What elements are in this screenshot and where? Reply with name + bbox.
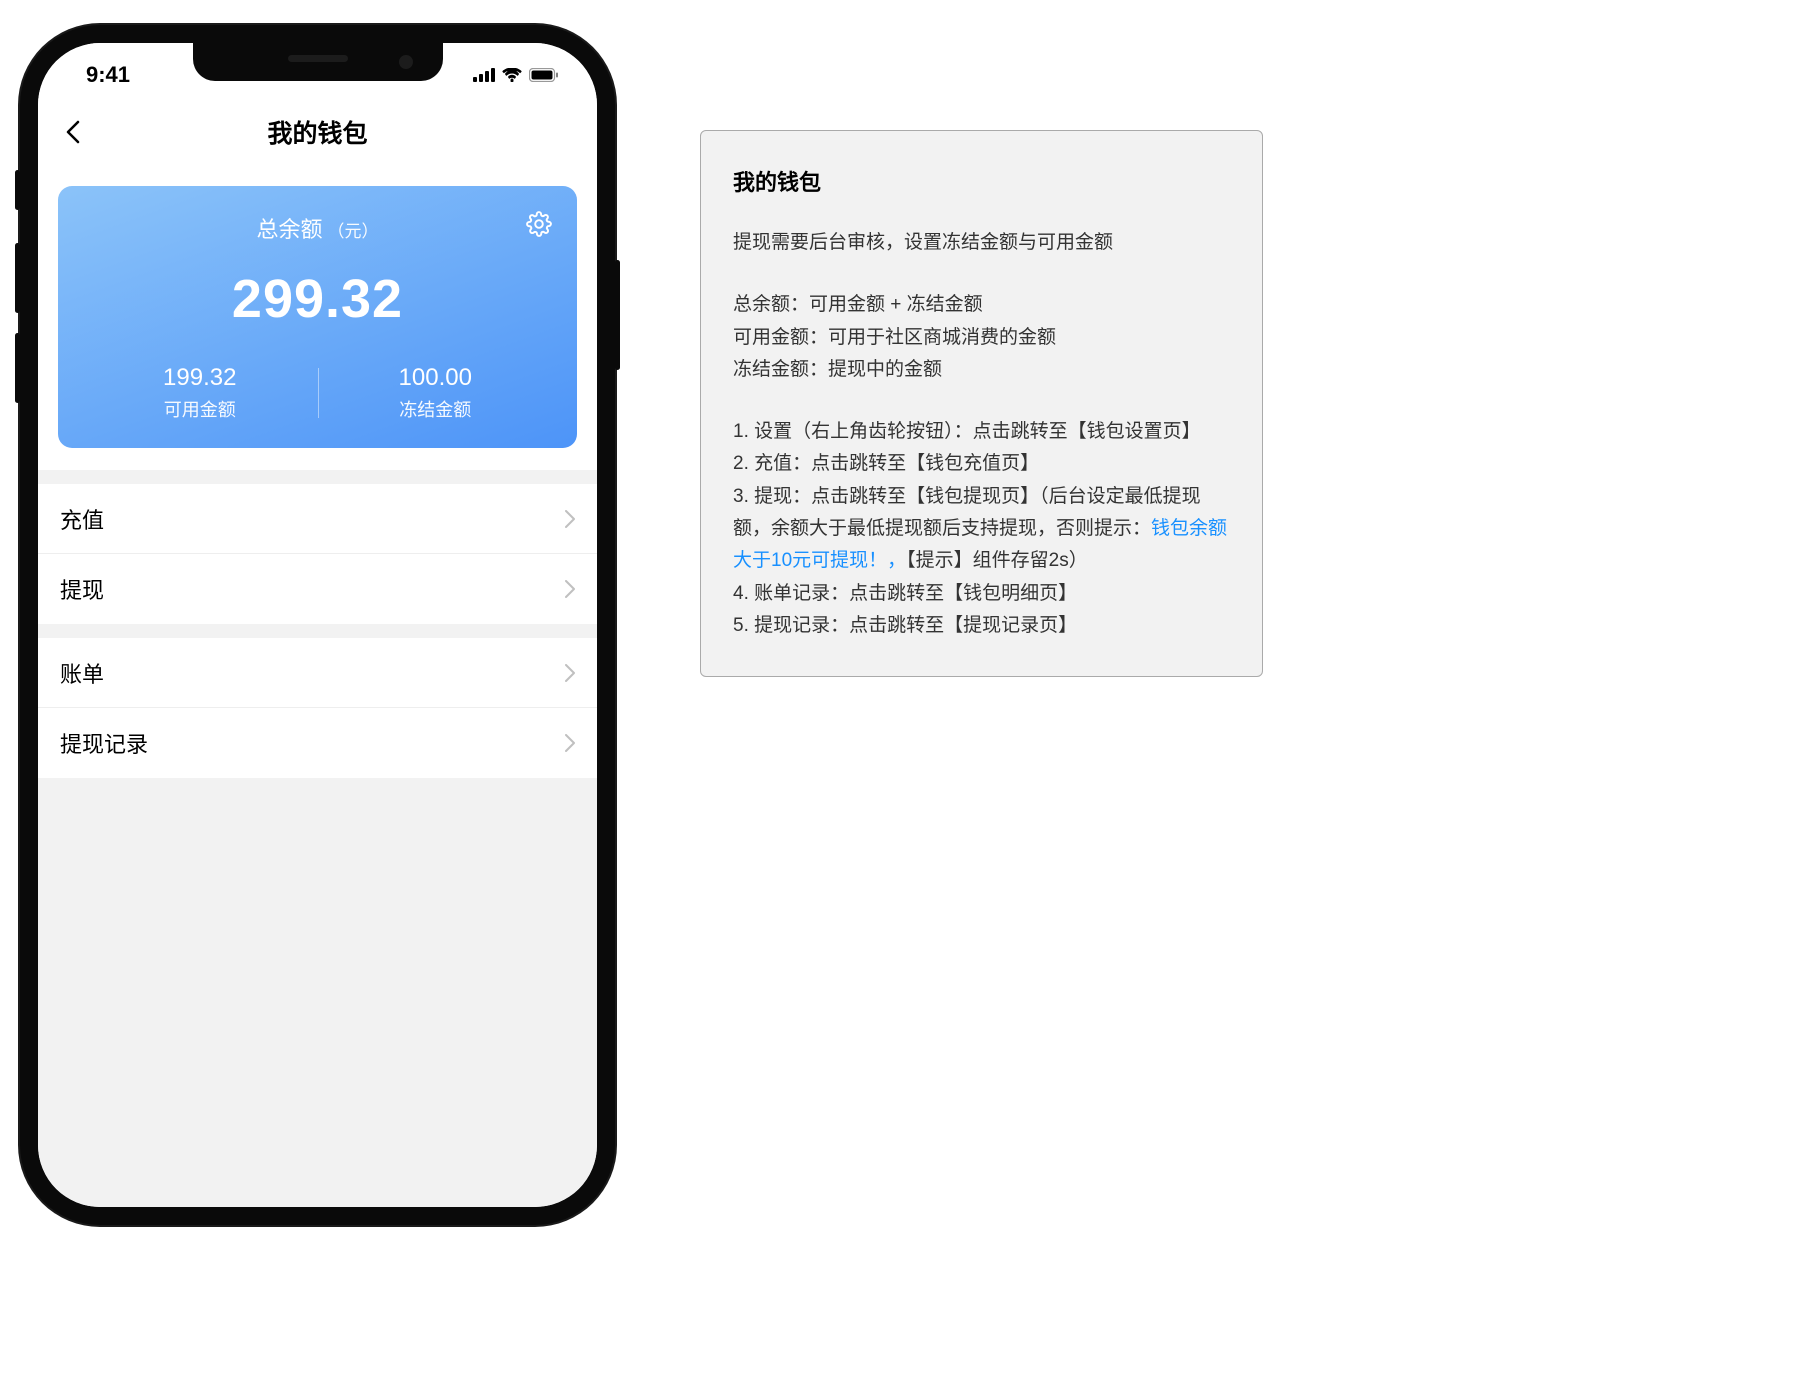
list-item-label: 提现记录 xyxy=(60,727,148,759)
phone-side-button xyxy=(615,260,620,370)
frozen-balance-col: 100.00 冻结金额 xyxy=(318,364,554,422)
list-item-label: 提现 xyxy=(60,573,104,605)
frozen-balance-label: 冻结金额 xyxy=(318,396,554,422)
bill-item[interactable]: 账单 xyxy=(38,638,597,708)
withdraw-log-item[interactable]: 提现记录 xyxy=(38,708,597,778)
annotation-step: 2. 充值：点击跳转至【钱包充值页】 xyxy=(733,448,1230,480)
gear-icon xyxy=(526,211,552,237)
annotation-def-line: 总余额：可用金额 + 冻结金额 xyxy=(733,289,1230,321)
annotation-definitions: 总余额：可用金额 + 冻结金额 可用金额：可用于社区商城消费的金额 冻结金额：提… xyxy=(733,289,1230,386)
annotation-step: 5. 提现记录：点击跳转至【提现记录页】 xyxy=(733,610,1230,642)
frozen-balance-value: 100.00 xyxy=(318,364,554,392)
battery-icon xyxy=(529,68,559,82)
chevron-right-icon xyxy=(565,580,575,598)
annotation-step: 3. 提现：点击跳转至【钱包提现页】（后台设定最低提现额，余额大于最低提现额后支… xyxy=(733,481,1230,578)
back-button[interactable] xyxy=(58,117,88,147)
page-title: 我的钱包 xyxy=(267,114,367,150)
chevron-right-icon xyxy=(565,510,575,528)
annotation-step-text: 【提示】组件存留2s） xyxy=(906,550,1088,571)
annotation-steps: 1. 设置（右上角齿轮按钮）：点击跳转至【钱包设置页】 2. 充值：点击跳转至【… xyxy=(733,416,1230,642)
annotation-title: 我的钱包 xyxy=(733,165,1230,197)
phone-notch xyxy=(193,43,443,81)
list-item-label: 充值 xyxy=(60,503,104,535)
settings-button[interactable] xyxy=(525,210,553,238)
available-balance-label: 可用金额 xyxy=(82,396,318,422)
annotation-panel: 我的钱包 提现需要后台审核，设置冻结金额与可用金额 总余额：可用金额 + 冻结金… xyxy=(700,130,1263,677)
phone-side-button xyxy=(15,243,20,313)
annotation-def-line: 可用金额：可用于社区商城消费的金额 xyxy=(733,322,1230,354)
balance-amount: 299.32 xyxy=(82,268,553,330)
phone-frame: 9:41 xyxy=(20,25,615,1225)
phone-screen: 9:41 xyxy=(38,43,597,1207)
annotation-body: 提现需要后台审核，设置冻结金额与可用金额 总余额：可用金额 + 冻结金额 可用金… xyxy=(733,227,1230,642)
balance-split: 199.32 可用金额 100.00 冻结金额 xyxy=(82,364,553,422)
phone-side-button xyxy=(15,170,20,210)
status-icons xyxy=(473,68,559,82)
balance-card: 总余额 （元） 299.32 199.32 xyxy=(58,186,577,448)
annotation-step: 4. 账单记录：点击跳转至【钱包明细页】 xyxy=(733,578,1230,610)
balance-card-wrapper: 总余额 （元） 299.32 199.32 xyxy=(38,166,597,470)
chevron-right-icon xyxy=(565,664,575,682)
content-area: 总余额 （元） 299.32 199.32 xyxy=(38,166,597,1207)
phone-side-button xyxy=(15,333,20,403)
annotation-intro: 提现需要后台审核，设置冻结金额与可用金额 xyxy=(733,227,1230,259)
status-time: 9:41 xyxy=(86,62,130,88)
available-balance-value: 199.32 xyxy=(82,364,318,392)
chevron-left-icon xyxy=(66,120,80,144)
annotation-def-line: 冻结金额：提现中的金额 xyxy=(733,354,1230,386)
balance-title-unit: （元） xyxy=(328,217,379,242)
available-balance-col: 199.32 可用金额 xyxy=(82,364,318,422)
wifi-icon xyxy=(502,68,522,82)
balance-title-text: 总余额 xyxy=(256,212,322,244)
withdraw-item[interactable]: 提现 xyxy=(38,554,597,624)
menu-group-1: 充值 提现 xyxy=(38,484,597,624)
nav-bar: 我的钱包 xyxy=(38,98,597,166)
menu-group-2: 账单 提现记录 xyxy=(38,638,597,778)
balance-header: 总余额 （元） xyxy=(82,212,553,244)
recharge-item[interactable]: 充值 xyxy=(38,484,597,554)
annotation-step: 1. 设置（右上角齿轮按钮）：点击跳转至【钱包设置页】 xyxy=(733,416,1230,448)
balance-title: 总余额 （元） xyxy=(256,212,378,244)
chevron-right-icon xyxy=(565,734,575,752)
signal-icon xyxy=(473,68,495,82)
notch-speaker xyxy=(288,55,348,62)
annotation-step-text: 3. 提现：点击跳转至【钱包提现页】（后台设定最低提现额，余额大于最低提现额后支… xyxy=(733,486,1201,539)
notch-camera xyxy=(399,55,413,69)
list-item-label: 账单 xyxy=(60,657,104,689)
